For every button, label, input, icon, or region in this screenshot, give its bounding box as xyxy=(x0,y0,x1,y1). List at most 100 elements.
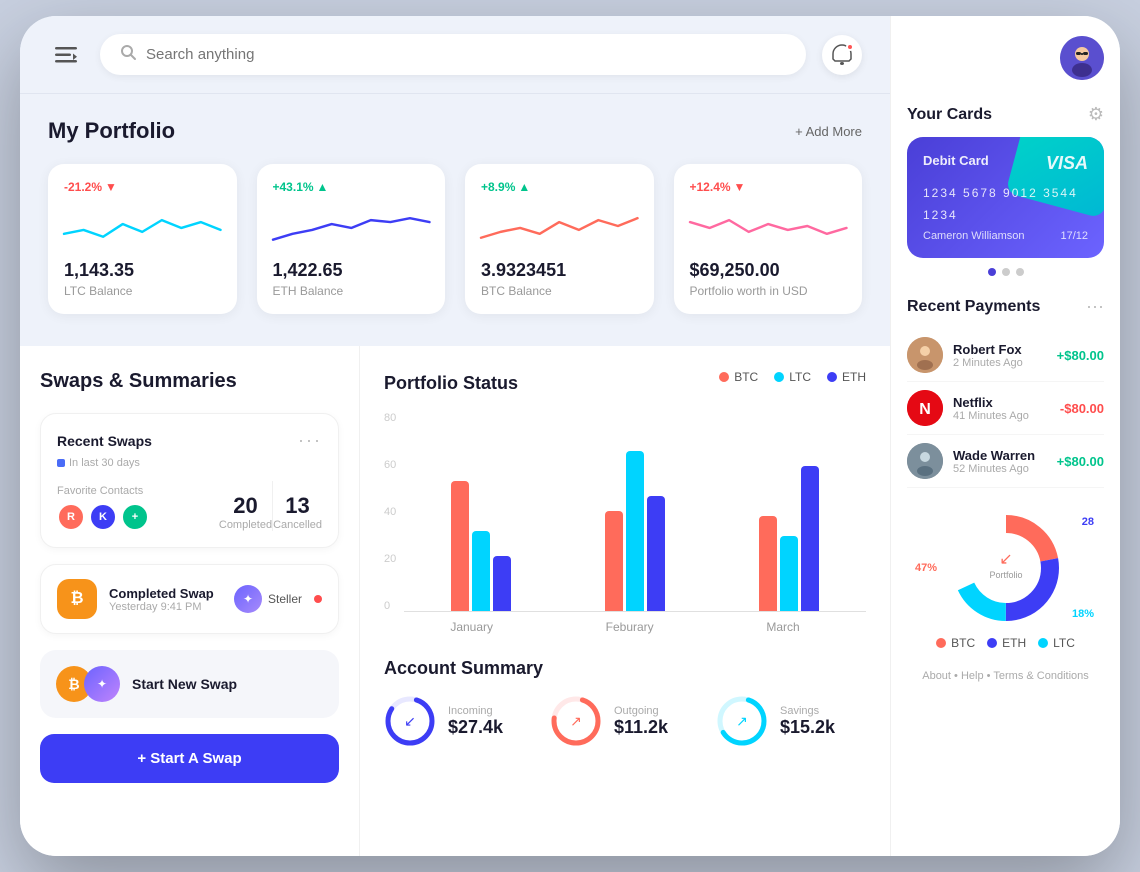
donut-chart-section: ↙ Portfolio 28 47% 18% BTC ETH xyxy=(907,508,1104,650)
search-icon xyxy=(120,44,136,65)
ltc-legend: LTC xyxy=(789,370,811,384)
outgoing-card: ↗ Outgoing $11.2k xyxy=(550,695,700,747)
portfolio-section: My Portfolio + Add More -21.2% ▼ 1,143.3… xyxy=(20,94,890,346)
payment-amount-3: +$80.00 xyxy=(1057,454,1104,469)
feb-ltc-bar xyxy=(626,451,644,611)
jan-btc-bar xyxy=(451,481,469,611)
outgoing-value: $11.2k xyxy=(614,717,668,738)
card-accent xyxy=(1005,137,1104,219)
portfolio-title: My Portfolio xyxy=(48,118,175,144)
eth-percent: 28 xyxy=(1082,516,1094,528)
recent-swaps-card: Recent Swaps ··· In last 30 days Favorit… xyxy=(40,413,339,548)
btc-icon: ₿ xyxy=(57,579,97,619)
usd-card: +12.4% ▼ $69,250.00 Portfolio worth in U… xyxy=(674,164,863,314)
chart-legend: BTC LTC ETH xyxy=(719,370,866,384)
account-summary-title: Account Summary xyxy=(384,658,866,679)
card-expiry: 17/12 xyxy=(1060,230,1088,242)
terms-link[interactable]: Terms & Conditions xyxy=(993,670,1088,682)
help-link[interactable]: Help xyxy=(961,670,984,682)
start-new-label: Start New Swap xyxy=(132,676,237,692)
savings-label: Savings xyxy=(780,705,835,717)
completed-swap-card: ₿ Completed Swap Yesterday 9:41 PM ✦ Ste… xyxy=(40,564,339,634)
recent-swaps-menu[interactable]: ··· xyxy=(298,430,322,451)
contacts-label: Favorite Contacts xyxy=(57,485,219,497)
card-dot-3[interactable] xyxy=(1016,268,1024,276)
card-type: Debit Card xyxy=(923,153,989,168)
stellar-badge: ✦ Steller xyxy=(234,585,302,613)
about-link[interactable]: About xyxy=(922,670,951,682)
mar-eth-bar xyxy=(801,466,819,611)
usd-chart xyxy=(690,202,847,250)
eth-change: +43.1% ▲ xyxy=(273,180,430,194)
svg-text:↙: ↙ xyxy=(999,551,1012,568)
ltc-chart xyxy=(64,202,221,250)
payment-amount-2: -$80.00 xyxy=(1060,401,1104,416)
mar-btc-bar xyxy=(759,516,777,611)
swaps-title: Swaps & Summaries xyxy=(40,370,339,393)
jan-ltc-bar xyxy=(472,531,490,611)
eth-value: 1,422.65 xyxy=(273,260,430,281)
payment-info-2: Netflix 41 Minutes Ago xyxy=(953,395,1029,422)
payment-item-3: Wade Warren 52 Minutes Ago +$80.00 xyxy=(907,435,1104,488)
svg-text:↗: ↗ xyxy=(736,713,748,729)
notification-button[interactable] xyxy=(822,35,862,75)
payments-more-icon[interactable]: ··· xyxy=(1086,296,1104,317)
visa-logo: VISA xyxy=(1046,153,1088,174)
stellar-swap-icon: ✦ xyxy=(84,666,120,702)
ltc-value: 1,143.35 xyxy=(64,260,221,281)
ltc-change: -21.2% ▼ xyxy=(64,180,221,194)
chart-panel: Portfolio Status BTC LTC ETH xyxy=(360,346,890,856)
footer-links: About • Help • Terms & Conditions xyxy=(907,670,1104,682)
jan-eth-bar xyxy=(493,556,511,611)
recent-payments-title: Recent Payments xyxy=(907,298,1040,316)
swap-info: Completed Swap Yesterday 9:41 PM xyxy=(109,586,222,613)
cancelled-stat: 13 Cancelled xyxy=(273,493,322,531)
search-bar[interactable] xyxy=(100,34,806,75)
card-number-row1: 1234 5678 9012 3544 xyxy=(923,186,1088,200)
card-number-row2: 1234 xyxy=(923,208,1088,222)
btc-legend: BTC xyxy=(734,370,758,384)
march-bars xyxy=(712,466,866,611)
eth-label: ETH Balance xyxy=(273,284,430,298)
ltc-card: -21.2% ▼ 1,143.35 LTC Balance xyxy=(48,164,237,314)
payment-avatar-2: N xyxy=(907,390,943,426)
start-swap-button[interactable]: + Start A Swap xyxy=(40,734,339,783)
feb-btc-bar xyxy=(605,511,623,611)
payment-info-1: Robert Fox 2 Minutes Ago xyxy=(953,342,1023,369)
svg-text:N: N xyxy=(919,401,931,418)
stellar-icon: ✦ xyxy=(234,585,262,613)
btc-chart xyxy=(481,202,638,250)
your-cards-section: Your Cards ⚙ Debit Card VISA 1234 5678 9… xyxy=(907,104,1104,276)
start-new-swap[interactable]: ₿ ✦ Start New Swap xyxy=(40,650,339,718)
recent-payments-section: Recent Payments ··· Robert Fox 2 Minutes… xyxy=(907,296,1104,488)
svg-text:↙: ↙ xyxy=(404,713,416,729)
status-dot xyxy=(314,595,322,603)
btc-value: 3.9323451 xyxy=(481,260,638,281)
btc-card: +8.9% ▲ 3.9323451 BTC Balance xyxy=(465,164,654,314)
payment-amount-1: +$80.00 xyxy=(1057,348,1104,363)
payment-item-1: Robert Fox 2 Minutes Ago +$80.00 xyxy=(907,329,1104,382)
incoming-label: Incoming xyxy=(448,705,503,717)
ltc-percent: 18% xyxy=(1072,608,1094,620)
recent-swaps-title: Recent Swaps xyxy=(57,433,152,449)
mar-ltc-bar xyxy=(780,536,798,611)
avatar-row: R K + xyxy=(57,503,219,531)
card-dot-2[interactable] xyxy=(1002,268,1010,276)
portfolio-status-title: Portfolio Status xyxy=(384,373,518,394)
eth-legend: ETH xyxy=(842,370,866,384)
card-dots xyxy=(907,268,1104,276)
search-input[interactable] xyxy=(146,46,786,63)
outgoing-label: Outgoing xyxy=(614,705,668,717)
payment-avatar-3 xyxy=(907,443,943,479)
card-holder: Cameron Williamson xyxy=(923,230,1024,242)
menu-button[interactable] xyxy=(48,37,84,73)
card-dot-1[interactable] xyxy=(988,268,996,276)
left-panel: Swaps & Summaries Recent Swaps ··· In la… xyxy=(20,346,360,856)
user-avatar[interactable] xyxy=(1060,36,1104,80)
add-more-button[interactable]: + Add More xyxy=(795,124,862,139)
btc-label: BTC Balance xyxy=(481,284,638,298)
your-cards-title: Your Cards xyxy=(907,106,992,124)
recent-swaps-sublabel: In last 30 days xyxy=(57,457,322,469)
cards-settings-icon[interactable]: ⚙ xyxy=(1088,104,1104,125)
avatar-1: R xyxy=(57,503,85,531)
